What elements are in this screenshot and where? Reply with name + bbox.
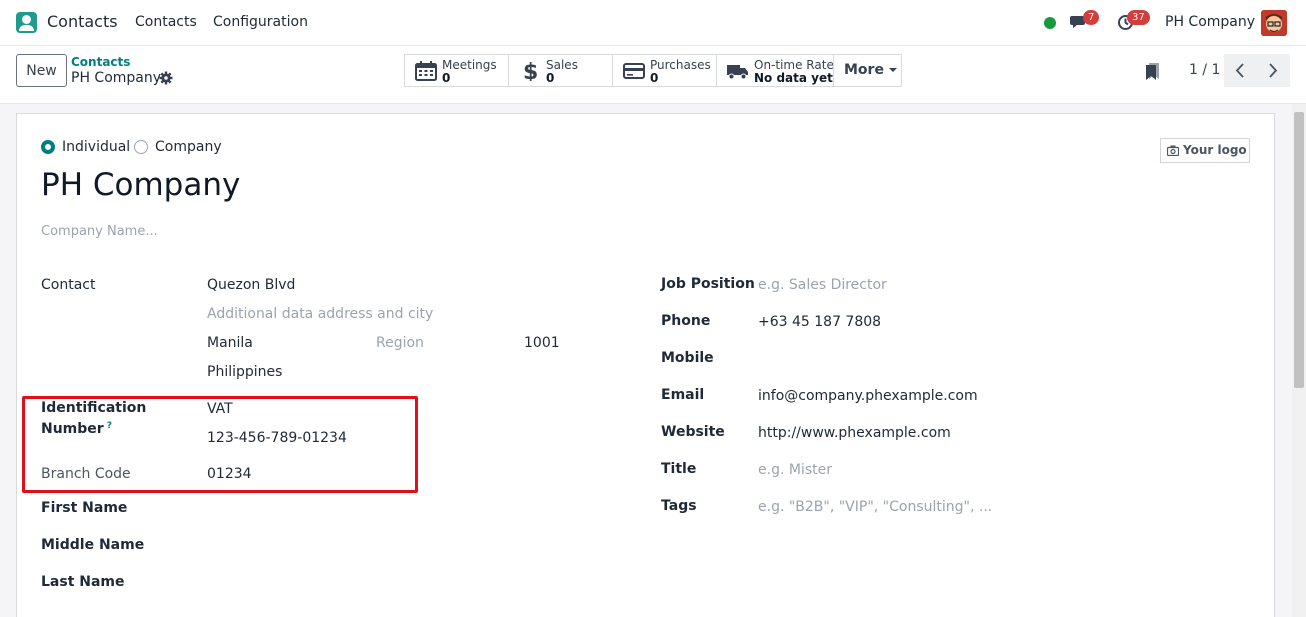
menu-contacts[interactable]: Contacts xyxy=(135,14,197,30)
on-time-rate-label: On-time Rate xyxy=(754,58,834,72)
state-input[interactable]: Region xyxy=(376,335,424,351)
breadcrumb-current: PH Company xyxy=(71,70,162,86)
scrollbar-thumb[interactable] xyxy=(1294,112,1304,388)
dollar-icon: $ xyxy=(523,61,538,81)
credit-card-icon xyxy=(623,63,645,79)
contacts-app-icon[interactable] xyxy=(16,12,37,33)
job-position-input[interactable]: e.g. Sales Director xyxy=(758,277,887,293)
email-field[interactable]: info@company.phexample.com xyxy=(758,388,978,404)
chat-badge: 7 xyxy=(1083,10,1100,25)
street2-input[interactable]: Additional data address and city xyxy=(207,306,433,322)
website-label: Website xyxy=(661,424,725,440)
bookmarks-icon[interactable] xyxy=(1145,62,1161,80)
country-field[interactable]: Philippines xyxy=(207,364,282,380)
sales-value: 0 xyxy=(546,71,555,85)
meetings-value: 0 xyxy=(442,71,451,85)
svg-text:$: $ xyxy=(523,61,538,81)
phone-field[interactable]: +63 45 187 7808 xyxy=(758,314,881,330)
individual-radio-label[interactable]: Individual xyxy=(62,139,130,155)
on-time-rate-smart-button[interactable]: On-time Rate No data yet xyxy=(716,54,834,87)
title-label: Title xyxy=(661,461,697,477)
pager-previous-button[interactable] xyxy=(1224,54,1257,87)
last-name-label: Last Name xyxy=(41,574,125,590)
city-field[interactable]: Manila xyxy=(207,335,253,351)
highlight-annotation-box xyxy=(22,396,418,493)
company-name-input[interactable]: Company Name... xyxy=(41,224,158,239)
presence-status-icon[interactable] xyxy=(1044,17,1056,29)
company-radio-label[interactable]: Company xyxy=(155,139,222,155)
new-button[interactable]: New xyxy=(16,54,67,87)
purchases-value: 0 xyxy=(650,71,659,85)
title-input[interactable]: e.g. Mister xyxy=(758,462,832,478)
meetings-smart-button[interactable]: Meetings 0 xyxy=(404,54,509,87)
app-name[interactable]: Contacts xyxy=(47,12,118,31)
job-position-label: Job Position xyxy=(661,276,755,292)
street-field[interactable]: Quezon Blvd xyxy=(207,277,295,293)
tags-input[interactable]: e.g. "B2B", "VIP", "Consulting", ... xyxy=(758,499,992,515)
zip-field[interactable]: 1001 xyxy=(524,335,560,351)
pager-value[interactable]: 1 / 1 xyxy=(1189,62,1220,78)
breadcrumb-contacts-link[interactable]: Contacts xyxy=(71,55,130,69)
purchases-label: Purchases xyxy=(650,58,711,72)
scrollbar[interactable] xyxy=(1292,104,1306,617)
calendar-icon xyxy=(415,61,437,81)
more-label: More xyxy=(844,62,884,78)
sales-smart-button[interactable]: $ Sales 0 xyxy=(508,54,613,87)
email-label: Email xyxy=(661,387,705,403)
gear-icon[interactable] xyxy=(159,71,173,85)
top-navbar: Contacts Contacts Configuration 7 37 PH … xyxy=(0,0,1306,46)
mobile-label: Mobile xyxy=(661,350,714,366)
individual-radio[interactable] xyxy=(41,140,55,154)
website-field[interactable]: http://www.phexample.com xyxy=(758,425,951,441)
user-avatar[interactable] xyxy=(1261,10,1287,36)
purchases-smart-button[interactable]: Purchases 0 xyxy=(612,54,717,87)
truck-icon xyxy=(727,65,748,80)
phone-label: Phone xyxy=(661,313,711,329)
tags-label: Tags xyxy=(661,498,697,514)
middle-name-label: Middle Name xyxy=(41,537,145,553)
camera-icon xyxy=(1167,145,1179,156)
more-dropdown[interactable]: More xyxy=(833,54,902,87)
menu-configuration[interactable]: Configuration xyxy=(213,14,308,30)
contact-label: Contact xyxy=(41,277,96,293)
meetings-label: Meetings xyxy=(442,58,497,72)
chevron-right-icon xyxy=(1269,63,1278,78)
company-radio[interactable] xyxy=(134,140,148,154)
company-switcher[interactable]: PH Company xyxy=(1165,14,1255,30)
control-panel: New Contacts PH Company Meetings 0 $ Sal… xyxy=(0,46,1306,104)
on-time-rate-value: No data yet xyxy=(754,71,833,85)
pager-next-button[interactable] xyxy=(1257,54,1290,87)
activity-badge: 37 xyxy=(1127,10,1150,25)
first-name-label: First Name xyxy=(41,500,128,516)
partner-name-field[interactable]: PH Company xyxy=(41,167,240,203)
caret-down-icon xyxy=(888,68,897,72)
sales-label: Sales xyxy=(546,58,578,72)
chevron-left-icon xyxy=(1235,63,1244,78)
